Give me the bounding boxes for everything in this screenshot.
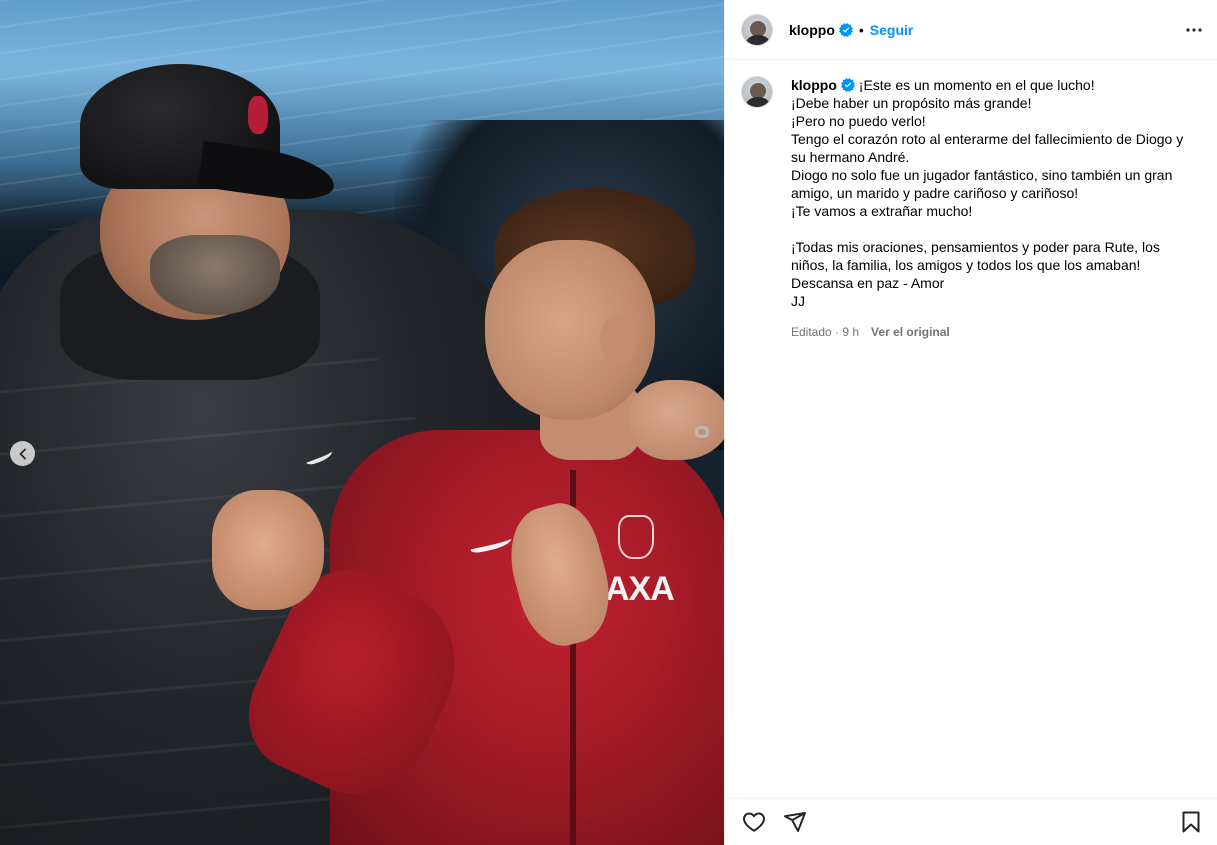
post-caption: kloppo ¡Este es un momento en el que luc…	[725, 60, 1217, 341]
club-crest-icon	[618, 515, 654, 559]
coach-beard	[150, 235, 280, 315]
caption-meta: Editado · 9 h Ver el original	[791, 323, 1196, 341]
post-side-panel: kloppo • Seguir kloppo ¡Este es un momen…	[724, 0, 1217, 845]
bookmark-icon	[1182, 811, 1200, 833]
verified-badge-icon	[840, 78, 855, 92]
player-ear	[600, 315, 636, 365]
cap-logo	[248, 96, 268, 134]
caption-avatar[interactable]	[741, 76, 773, 108]
separator: •	[858, 21, 864, 38]
username-link[interactable]: kloppo	[789, 22, 835, 38]
caption-username-link[interactable]: kloppo	[791, 77, 837, 93]
carousel-prev-button[interactable]	[10, 441, 35, 466]
verified-badge-icon	[838, 22, 853, 37]
chevron-left-icon	[19, 448, 26, 459]
send-icon	[784, 812, 806, 832]
caption-message: ¡Este es un momento en el que lucho! ¡De…	[791, 77, 1184, 309]
hand-on-shoulder	[630, 380, 724, 460]
shirt-sponsor: AXA	[605, 570, 675, 608]
share-button[interactable]	[775, 802, 815, 842]
action-bar	[725, 798, 1217, 845]
save-button[interactable]	[1171, 802, 1211, 842]
see-original-link[interactable]: Ver el original	[871, 323, 950, 341]
handshake	[212, 490, 324, 610]
post-header: kloppo • Seguir	[725, 0, 1217, 60]
more-options-button[interactable]	[1182, 18, 1206, 42]
follow-button[interactable]: Seguir	[870, 22, 914, 38]
like-button[interactable]	[734, 802, 774, 842]
edited-timestamp[interactable]: Editado · 9 h	[791, 323, 859, 341]
heart-icon	[743, 812, 765, 832]
more-horizontal-icon	[1186, 28, 1202, 32]
post-media[interactable]: AXA	[0, 0, 724, 845]
avatar[interactable]	[741, 13, 773, 46]
wedding-ring	[695, 426, 709, 438]
caption-body: kloppo ¡Este es un momento en el que luc…	[791, 76, 1196, 341]
caption-text: kloppo ¡Este es un momento en el que luc…	[791, 76, 1196, 310]
